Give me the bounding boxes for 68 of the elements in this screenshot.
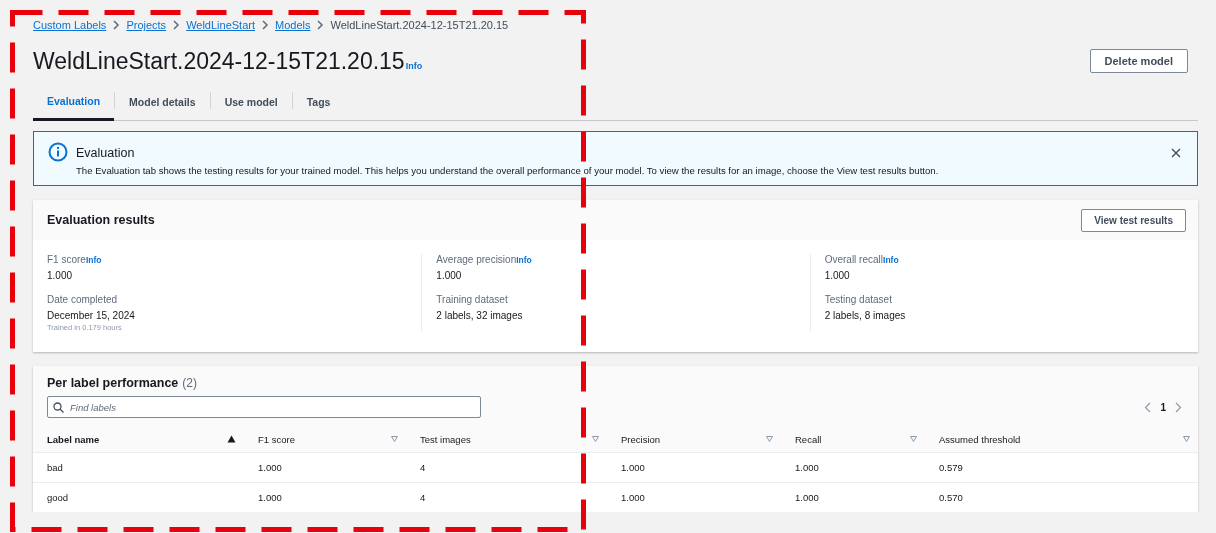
alert-message: The Evaluation tab shows the testing results for your trained model. This helps you understand the overall performance of your model. To view the results for an image, choose the View test results button. — [76, 165, 940, 176]
field-value: 2 labels, 32 images — [436, 310, 524, 321]
column-header[interactable]: Test images — [406, 426, 607, 453]
alert-title: Evaluation — [76, 146, 136, 160]
view-test-results-button[interactable]: View test results — [1081, 208, 1186, 232]
column-label: Assumed threshold — [939, 433, 1021, 445]
chevron-right-icon — [112, 20, 121, 30]
field-value: 1.000 — [824, 270, 851, 281]
chevron-right-icon — [261, 20, 269, 30]
column-label: Recall — [795, 433, 822, 445]
table-cell: bad — [33, 453, 244, 483]
info-link[interactable]: Info — [883, 255, 899, 265]
info-link[interactable]: Info — [516, 255, 532, 265]
column-label: Test images — [420, 433, 471, 445]
field-label: F1 score — [47, 254, 86, 265]
table-cell-text: 1.000 — [620, 491, 646, 505]
table-cell-text: 0.570 — [938, 491, 964, 505]
breadcrumb-link[interactable]: Custom Labels — [33, 19, 107, 31]
table-cell: 1.000 — [244, 453, 406, 483]
tab[interactable]: Model details — [115, 84, 210, 120]
field-value: December 15, 2024 — [47, 310, 136, 321]
tab[interactable]: Use model — [210, 84, 292, 120]
table-cell: 0.579 — [925, 453, 1198, 483]
field-label: Average precision — [436, 254, 517, 265]
column-header[interactable]: Precision — [607, 426, 781, 453]
tab[interactable]: Tags — [292, 84, 345, 120]
item-count: (2) — [182, 376, 197, 390]
column-header[interactable]: F1 score — [244, 426, 406, 453]
chevron-right-icon — [316, 20, 325, 30]
column-header[interactable]: Recall — [781, 426, 925, 453]
chevron-right-icon — [172, 20, 181, 30]
field-value: 1.000 — [47, 270, 74, 281]
info-link[interactable]: Info — [405, 60, 423, 71]
column-label: Precision — [621, 433, 661, 445]
column-label: F1 score — [258, 433, 295, 445]
field-label: Testing dataset — [824, 294, 892, 305]
field-value: 1.000 — [436, 270, 463, 281]
field-label: Date completed — [47, 294, 118, 305]
breadcrumb-link[interactable]: Projects — [126, 19, 167, 31]
table-cell: 1.000 — [607, 453, 781, 483]
table-cell-text: good — [46, 491, 70, 505]
section-title: Per label performance — [47, 376, 179, 390]
breadcrumb-current: WeldLineStart.2024-12-15T21.20.15 — [330, 19, 509, 31]
table-cell-text: 1.000 — [794, 491, 820, 505]
info-icon — [48, 142, 68, 162]
delete-model-button[interactable]: Delete model — [1089, 49, 1188, 73]
page-title: WeldLineStart.2024-12-15T21.20.15 — [33, 47, 405, 75]
info-link[interactable]: Info — [85, 255, 102, 265]
section-title: Evaluation results — [47, 213, 155, 227]
field-value: 2 labels, 8 images — [824, 310, 907, 321]
table-cell: 1.000 — [781, 453, 925, 483]
table-cell: 4 — [406, 453, 607, 483]
column-header[interactable]: Label name — [33, 426, 244, 453]
table-cell-text: 4 — [419, 491, 427, 505]
column-header[interactable]: Assumed threshold — [925, 426, 1198, 453]
breadcrumb-link[interactable]: WeldLineStart — [186, 19, 255, 31]
chevron-right-icon[interactable] — [1175, 401, 1182, 413]
table-cell-text: 1.000 — [257, 491, 283, 505]
breadcrumb-link[interactable]: Models — [275, 19, 311, 31]
chevron-left-icon[interactable] — [1144, 401, 1152, 413]
search-field[interactable]: Find labels — [47, 396, 481, 418]
column-label: Label name — [47, 433, 100, 445]
tab[interactable]: Evaluation — [33, 84, 115, 121]
field-label: Overall recall — [824, 254, 883, 265]
close-icon[interactable] — [1171, 148, 1181, 158]
page-number[interactable]: 1 — [1160, 401, 1166, 413]
field-label: Training dataset — [436, 294, 508, 305]
search-icon — [53, 402, 64, 413]
